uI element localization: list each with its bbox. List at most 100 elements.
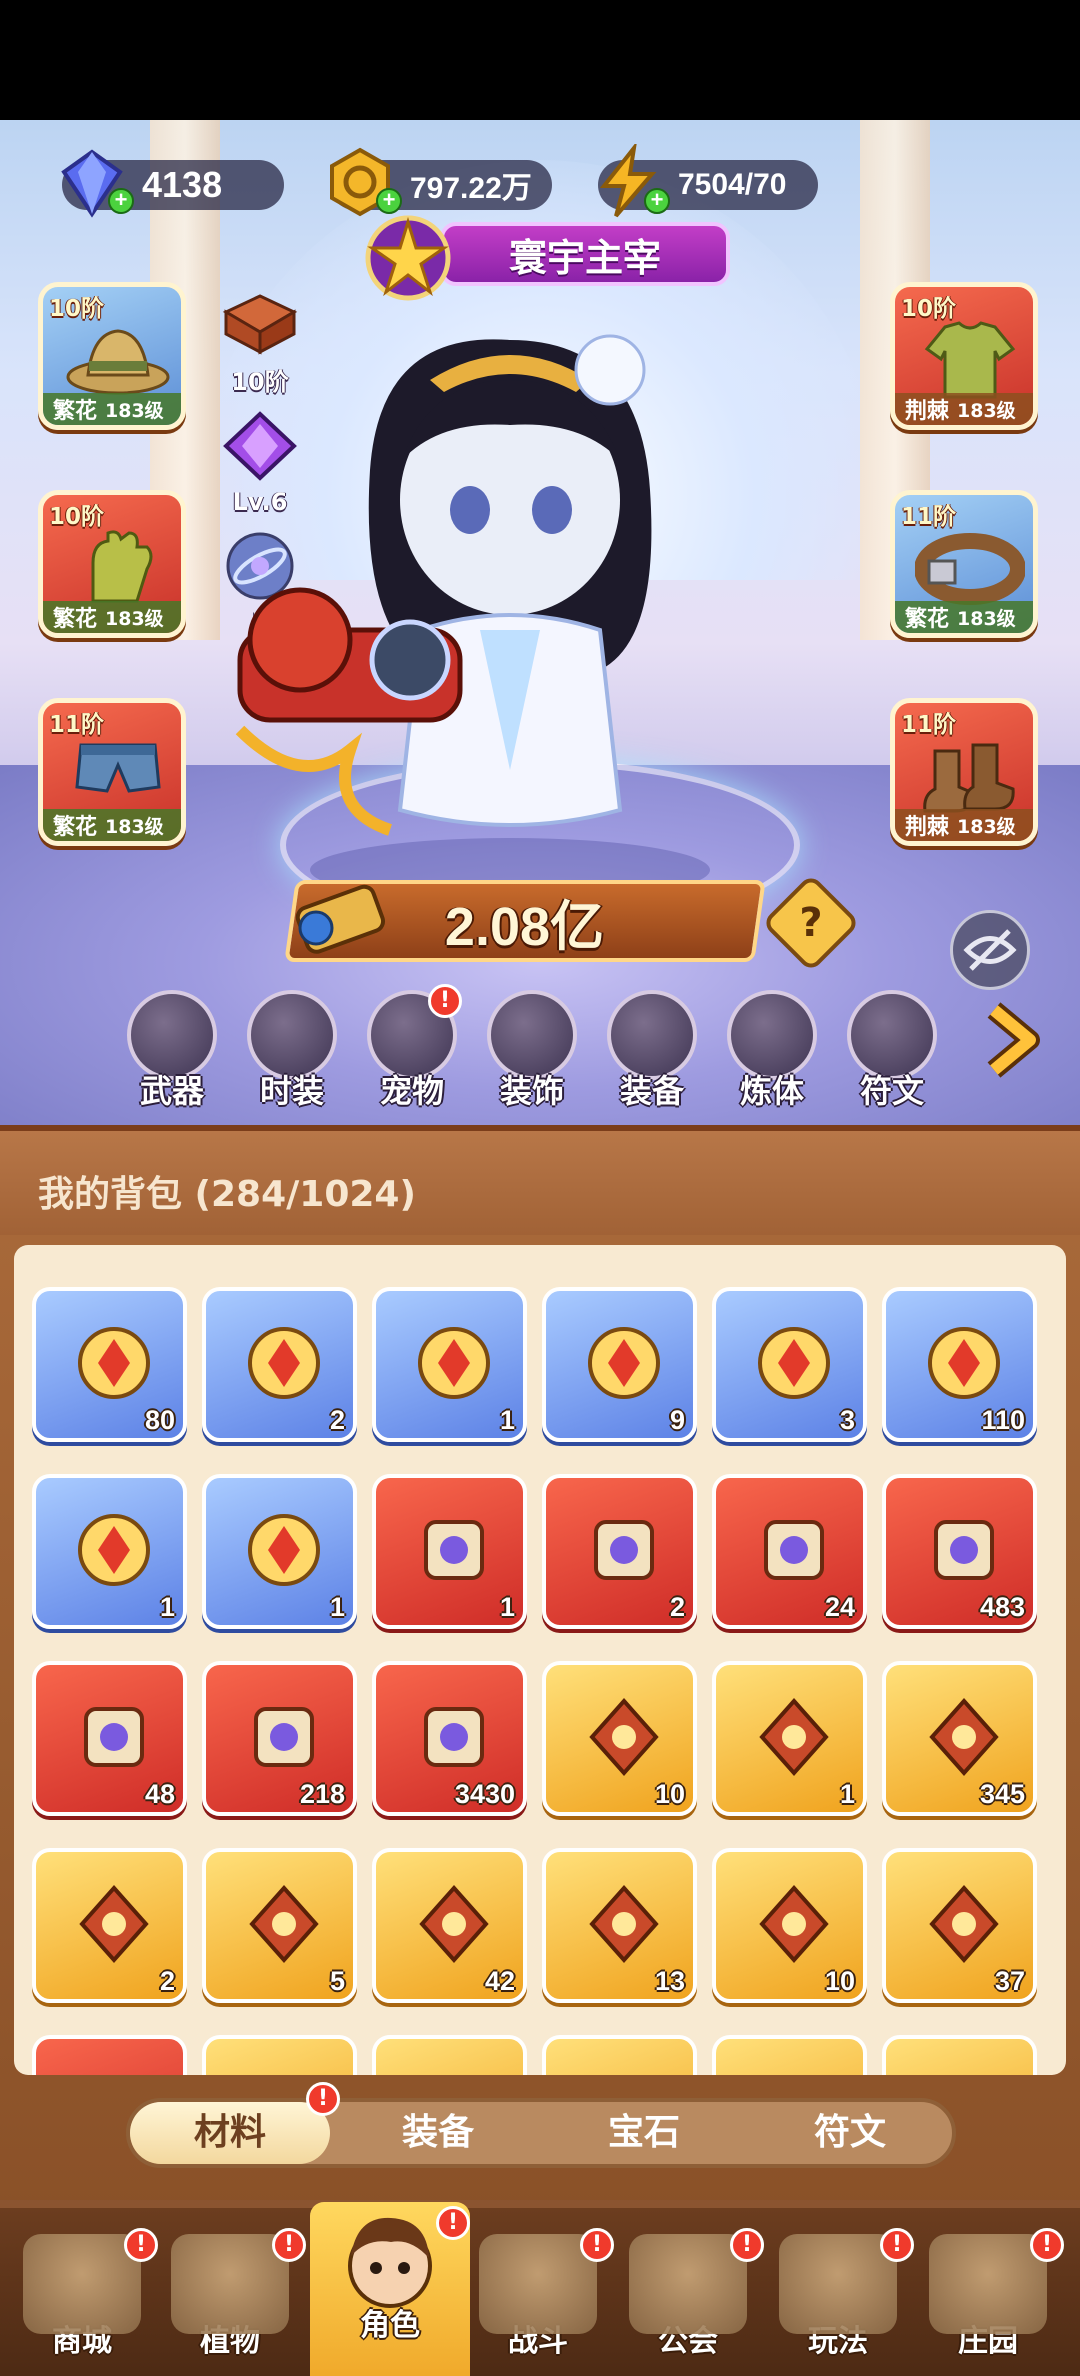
slot-tier: 10阶: [901, 296, 957, 322]
bag-item[interactable]: 2: [542, 1474, 697, 1629]
chevron-right-icon[interactable]: [978, 1000, 1048, 1080]
bag-item[interactable]: [202, 2035, 357, 2075]
combat-power-value: 2.08亿: [445, 896, 605, 957]
bag-item[interactable]: 3: [712, 1287, 867, 1442]
nav-guild[interactable]: 公会 !: [618, 2228, 764, 2374]
item-count: 9: [669, 1405, 685, 1435]
hero-character[interactable]: [180, 310, 800, 910]
nav-plants[interactable]: 植物 !: [160, 2228, 306, 2374]
title-star-icon: [365, 215, 451, 301]
bag-item[interactable]: 110: [882, 1287, 1037, 1442]
equip-slot-boots[interactable]: 11阶 荆棘 183级: [890, 698, 1038, 846]
bag-item[interactable]: [882, 2035, 1037, 2075]
potion-flask-icon: [934, 1520, 994, 1580]
equip-slot-glove[interactable]: 10阶 繁花 183级: [38, 490, 186, 638]
bag-item[interactable]: 13: [542, 1848, 697, 2003]
bag-item[interactable]: 1: [712, 1661, 867, 1816]
tab-rune[interactable]: 符文: [842, 990, 942, 1110]
item-count: 13: [654, 1966, 685, 1996]
bag-item[interactable]: 1: [202, 1474, 357, 1629]
category-label: 宝石: [607, 2112, 680, 2153]
bottom-nav: 商城 ! 植物 ! 角色 ! 战斗 ! 公会 ! 玩法 ! 庄园 !: [0, 2200, 1080, 2376]
item-count: 24: [824, 1592, 855, 1622]
shirt-icon: [924, 321, 1016, 399]
item-count: 483: [979, 1592, 1025, 1622]
tab-pet[interactable]: 宠物 !: [362, 984, 462, 1110]
bag-item[interactable]: [542, 2035, 697, 2075]
nav-shop[interactable]: 商城 !: [12, 2228, 158, 2374]
bag-item[interactable]: 2: [202, 1287, 357, 1442]
slot-level: 183级: [105, 399, 164, 422]
slot-level: 183级: [957, 607, 1016, 630]
water-drop-icon: [759, 1697, 829, 1777]
category-label: 符文: [813, 2112, 886, 2153]
bag-item[interactable]: 80: [32, 1287, 187, 1442]
item-count: 80: [144, 1405, 175, 1435]
red-gem-amulet-icon: [78, 1327, 150, 1399]
bag-item[interactable]: 218: [202, 1661, 357, 1816]
gold-counter[interactable]: + 797.22万: [330, 147, 552, 217]
battle-icon: [479, 2234, 597, 2334]
bag-item[interactable]: 1: [372, 1287, 527, 1442]
nav-label: 角色: [360, 2308, 420, 2343]
tab-equipment[interactable]: 装备: [602, 990, 702, 1110]
slot-tier: 11阶: [901, 504, 957, 530]
item-count: 2: [329, 1405, 345, 1435]
title-text: 寰宇主宰: [508, 235, 661, 280]
bag-item[interactable]: 42: [372, 1848, 527, 2003]
item-count: 1: [499, 1405, 515, 1435]
category-materials[interactable]: 材料: [130, 2102, 330, 2164]
bag-item[interactable]: 345: [882, 1661, 1037, 1816]
nav-manor[interactable]: 庄园 !: [918, 2228, 1064, 2374]
nav-gameplay[interactable]: 玩法 !: [768, 2228, 914, 2374]
equip-slot-hat[interactable]: 10阶 繁花 183级: [38, 282, 186, 430]
equip-slot-belt[interactable]: 11阶 繁花 183级: [890, 490, 1038, 638]
title-banner[interactable]: 寰宇主宰: [440, 222, 730, 286]
bag-item[interactable]: 37: [882, 1848, 1037, 2003]
pants-icon: [75, 743, 161, 793]
bag-item[interactable]: 24: [712, 1474, 867, 1629]
category-equipment[interactable]: 装备: [338, 2102, 538, 2164]
sprout-icon: [249, 1884, 319, 1964]
bag-item[interactable]: 5: [202, 1848, 357, 2003]
bag-item[interactable]: 3430: [372, 1661, 527, 1816]
category-runes[interactable]: 符文: [750, 2102, 950, 2164]
equip-slot-shirt[interactable]: 10阶 荆棘 183级: [890, 282, 1038, 430]
bag-item[interactable]: [712, 2035, 867, 2075]
notification-badge-icon: !: [428, 984, 462, 1018]
bag-item[interactable]: [372, 2035, 527, 2075]
notification-badge-icon: !: [580, 2228, 614, 2262]
bag-item[interactable]: [32, 2035, 187, 2075]
tab-weapon[interactable]: 武器: [122, 990, 222, 1110]
add-diamond-icon[interactable]: +: [108, 188, 134, 214]
tab-costume[interactable]: 时装: [242, 990, 342, 1110]
energy-counter[interactable]: + 7504/70: [598, 144, 818, 218]
bag-item[interactable]: 1: [372, 1474, 527, 1629]
syringe-cloud-icon: [588, 1327, 660, 1399]
basket-icon: [79, 1884, 149, 1964]
bag-item[interactable]: 10: [542, 1661, 697, 1816]
slot-label: 繁花 183级: [895, 601, 1033, 633]
tab-decoration[interactable]: 装饰: [482, 990, 582, 1110]
eye-hidden-icon: [963, 929, 1017, 971]
bag-grid[interactable]: 80 2 1 9 3 110 1 1 1 2 24 483 48 218 3430 10 1 345 2 5 42 13 1…: [14, 1245, 1066, 2075]
category-gems[interactable]: 宝石: [544, 2102, 744, 2164]
equip-slot-pants[interactable]: 11阶 繁花 183级: [38, 698, 186, 846]
nav-battle[interactable]: 战斗 !: [468, 2228, 614, 2374]
bag-item[interactable]: 1: [32, 1474, 187, 1629]
bag-item[interactable]: 9: [542, 1287, 697, 1442]
tab-refine[interactable]: 炼体: [722, 990, 822, 1110]
slot-level: 183级: [105, 815, 164, 838]
bag-item[interactable]: 483: [882, 1474, 1037, 1629]
tab-label: 武器: [139, 1072, 204, 1110]
bag-item[interactable]: 2: [32, 1848, 187, 2003]
slot-tier: 11阶: [901, 712, 957, 738]
bag-item[interactable]: 48: [32, 1661, 187, 1816]
diamond-counter[interactable]: + 4138: [61, 149, 284, 218]
nav-character[interactable]: 角色 !: [310, 2202, 470, 2376]
hide-ui-button[interactable]: [950, 910, 1030, 990]
diamond-value: 4138: [142, 164, 223, 205]
tab-label: 炼体: [739, 1072, 804, 1110]
bag-item[interactable]: 10: [712, 1848, 867, 2003]
add-energy-icon[interactable]: +: [644, 188, 670, 214]
